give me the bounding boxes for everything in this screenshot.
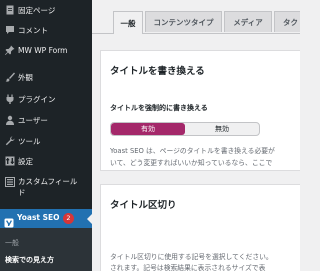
yoast-submenu: 一般 検索での見え方 [0, 228, 92, 271]
sidebar-item-appearance[interactable]: 外観 [0, 67, 92, 87]
notification-badge: 2 [63, 213, 74, 224]
sidebar-item-label: 固定ページ [18, 5, 56, 15]
sidebar-item-mw-wp-form[interactable]: MW WP Form [0, 40, 92, 60]
tab-taxonomies[interactable]: タク [274, 11, 300, 32]
sidebar-item-label: ツール [18, 136, 41, 146]
field-label: タイトルを強制的に書き換える [110, 104, 208, 112]
rewrite-titles-card: タイトルを書き換える タイトルを強制的に書き換える 有効 無効 Yoast SE… [100, 50, 300, 171]
settings-tabs: 一般 コンテンツタイプ メディア タク [92, 0, 300, 34]
admin-sidebar: 固定ページ コメント MW WP Form 外観 プラグイン ユーザー ツール … [0, 0, 92, 271]
sidebar-item-comments[interactable]: コメント [0, 20, 92, 40]
comment-icon [4, 25, 15, 36]
submenu-item-general[interactable]: 一般 [5, 238, 19, 248]
sidebar-item-users[interactable]: ユーザー [0, 110, 92, 130]
card-title: タイトルを書き換える [110, 66, 205, 77]
description-text: タイトル区切りに使用する記号を選択してください。 [110, 253, 273, 261]
description-text: いて、どう変更すればいいか知っているなら、ここで [110, 159, 273, 167]
sidebar-item-label: コメント [18, 25, 48, 35]
brush-icon [4, 72, 15, 83]
plug-icon [4, 94, 15, 105]
description-text: Yoast SEO は、ページのタイトルを書き換える必要が [110, 147, 275, 155]
settings-icon [4, 156, 15, 167]
sidebar-item-label: ユーザー [18, 115, 48, 125]
tab-content-types[interactable]: コンテンツタイプ [145, 11, 222, 32]
sidebar-item-yoast-seo[interactable]: Yoast SEO 2 [0, 209, 92, 228]
page-icon [4, 5, 15, 16]
sidebar-item-plugins[interactable]: プラグイン [0, 89, 92, 109]
toggle-option-enabled[interactable]: 有効 [111, 123, 185, 135]
sidebar-item-label: 外観 [18, 72, 33, 82]
sidebar-item-label: プラグイン [18, 94, 56, 104]
wrench-icon [4, 136, 15, 147]
toggle-option-disabled[interactable]: 無効 [185, 123, 259, 135]
sidebar-item-tools[interactable]: ツール [0, 131, 92, 151]
yoast-icon [4, 213, 14, 228]
tab-general[interactable]: 一般 [113, 11, 143, 34]
sidebar-item-label: 設定 [18, 156, 33, 166]
user-icon [4, 115, 15, 126]
grid-icon [4, 176, 15, 187]
sidebar-item-label: カスタムフィール ド [18, 177, 78, 197]
sidebar-item-pages[interactable]: 固定ページ [0, 0, 92, 20]
main-content: 一般 コンテンツタイプ メディア タク タイトルを書き換える タイトルを強制的に… [92, 0, 300, 271]
title-separator-card: タイトル区切り タイトル区切りに使用する記号を選択してください。 されます。記号… [100, 184, 300, 271]
sidebar-item-label: MW WP Form [18, 45, 68, 55]
submenu-item-search-appearance[interactable]: 検索での見え方 [5, 255, 54, 265]
tab-media[interactable]: メディア [224, 11, 272, 32]
card-title: タイトル区切り [110, 200, 177, 211]
pin-icon [4, 45, 15, 56]
sidebar-item-settings[interactable]: 設定 [0, 151, 92, 171]
sidebar-item-custom-fields[interactable]: カスタムフィール ド [0, 172, 92, 204]
sidebar-item-label: Yoast SEO [17, 213, 60, 222]
description-text: されます。記号は検索結果に表示されるサイズで表 [110, 264, 266, 271]
force-rewrite-toggle: 有効 無効 [110, 122, 260, 136]
